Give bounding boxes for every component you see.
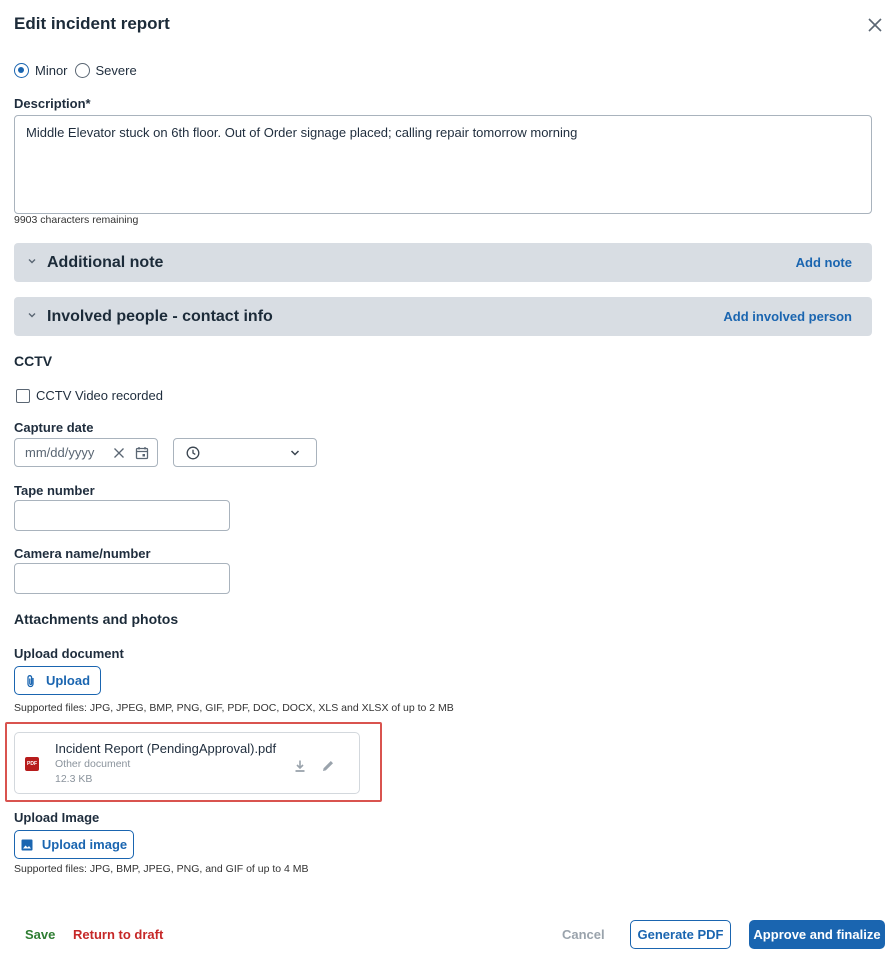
upload-button-label: Upload — [45, 673, 91, 688]
date-placeholder: mm/dd/yyyy — [25, 445, 95, 460]
description-label: Description* — [14, 96, 91, 111]
clock-icon — [186, 446, 200, 459]
pdf-file-icon: PDF — [25, 757, 39, 771]
image-icon — [21, 839, 33, 850]
cctv-heading: CCTV — [14, 353, 53, 369]
save-button[interactable]: Save — [25, 927, 55, 942]
file-size: 12.3 KB — [55, 773, 93, 785]
radio-minor-label[interactable]: Minor — [35, 63, 68, 78]
capture-date-label: Capture date — [14, 420, 94, 435]
upload-image-button[interactable]: Upload image — [14, 830, 134, 859]
dialog-title: Edit incident report — [14, 14, 170, 33]
tape-number-label: Tape number — [14, 483, 95, 498]
paperclip-icon — [27, 674, 34, 687]
camera-name-label: Camera name/number — [14, 546, 151, 561]
cctv-recorded-label[interactable]: CCTV Video recorded — [36, 388, 163, 403]
attachments-heading: Attachments and photos — [14, 611, 179, 627]
upload-image-label: Upload Image — [14, 810, 100, 825]
radio-severe-label[interactable]: Severe — [96, 63, 137, 78]
cctv-checkbox-row: CCTV Video recorded — [16, 388, 163, 403]
chevron-down-icon — [27, 257, 39, 268]
upload-image-button-label: Upload image — [41, 837, 128, 852]
description-textarea[interactable]: Middle Elevator stuck on 6th floor. Out … — [14, 115, 872, 214]
file-type: Other document — [55, 758, 131, 770]
add-note-link[interactable]: Add note — [796, 255, 852, 270]
camera-name-input[interactable] — [14, 563, 230, 594]
severity-radio-group: Minor Severe — [14, 63, 144, 78]
tape-number-input[interactable] — [14, 500, 230, 531]
approve-and-finalize-button[interactable]: Approve and finalize — [749, 920, 885, 949]
radio-minor[interactable] — [14, 63, 29, 78]
upload-document-label: Upload document — [14, 646, 124, 661]
accordion-title: Additional note — [47, 253, 164, 271]
file-name: Incident Report (PendingApproval).pdf — [55, 741, 277, 756]
upload-document-button[interactable]: Upload — [14, 666, 101, 695]
chevron-down-icon — [290, 449, 300, 456]
document-supported-files: Supported files: JPG, JPEG, BMP, PNG, GI… — [14, 702, 454, 714]
chevron-down-icon — [27, 311, 39, 322]
add-involved-person-link[interactable]: Add involved person — [723, 309, 852, 324]
return-to-draft-button[interactable]: Return to draft — [73, 927, 163, 942]
attachment-file-card[interactable]: PDF Incident Report (PendingApproval).pd… — [14, 732, 360, 794]
cctv-recorded-checkbox[interactable] — [16, 388, 30, 403]
download-icon[interactable] — [293, 759, 307, 773]
radio-severe[interactable] — [74, 63, 90, 78]
clear-icon[interactable] — [113, 447, 125, 459]
generate-pdf-button[interactable]: Generate PDF — [630, 920, 731, 949]
image-supported-files: Supported files: JPG, BMP, JPEG, PNG, an… — [14, 863, 309, 875]
capture-time-select[interactable] — [173, 438, 317, 467]
close-icon[interactable] — [866, 16, 884, 34]
capture-date-input[interactable]: mm/dd/yyyy — [14, 438, 158, 467]
accordion-title: Involved people - contact info — [47, 307, 273, 325]
accordion-additional-note[interactable]: Additional note Add note — [14, 243, 872, 282]
characters-remaining: 9903 characters remaining — [14, 214, 139, 226]
accordion-involved-people[interactable]: Involved people - contact info Add invol… — [14, 297, 872, 336]
calendar-icon[interactable] — [135, 446, 149, 460]
cancel-button[interactable]: Cancel — [562, 927, 605, 942]
edit-icon[interactable] — [320, 758, 336, 774]
